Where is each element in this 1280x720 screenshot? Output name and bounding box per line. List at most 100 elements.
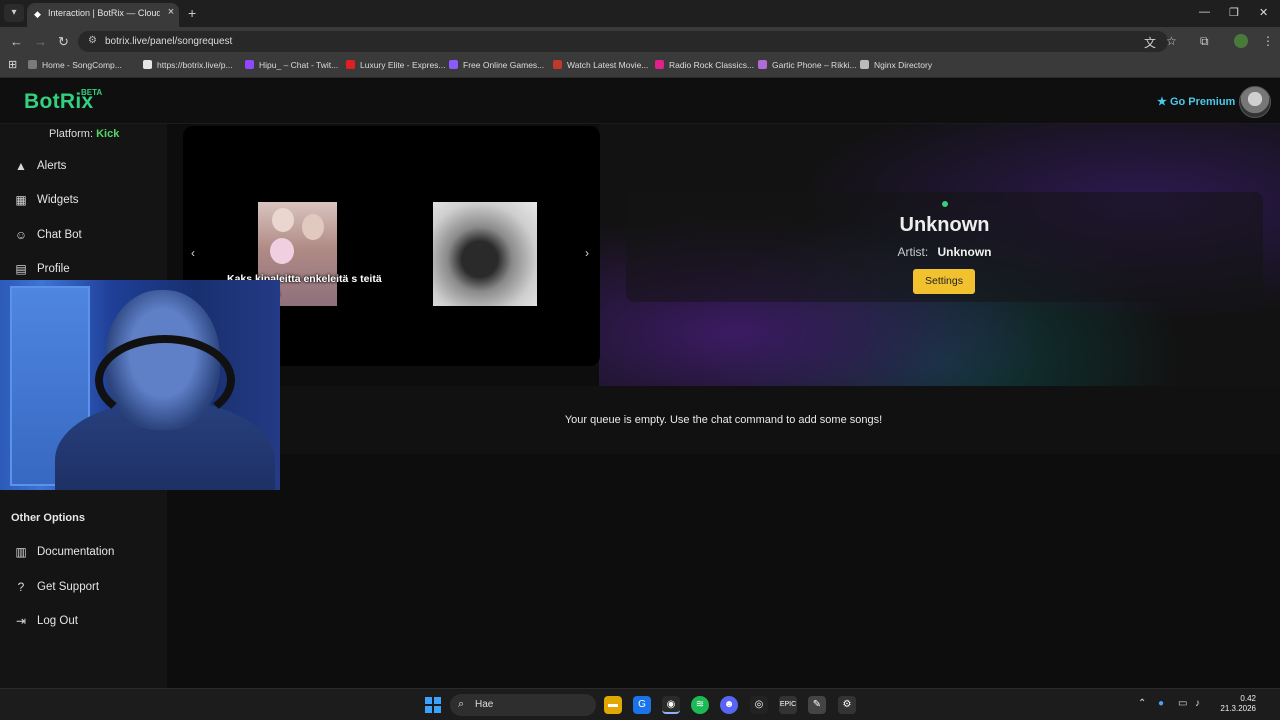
reload-icon[interactable]: ↻	[58, 34, 69, 50]
bookmark-item[interactable]: Gartic Phone – Rikki...	[758, 60, 857, 70]
restore-icon[interactable]: ❐	[1229, 6, 1239, 19]
microphone-icon[interactable]: ●	[1158, 698, 1164, 709]
headset-icon	[95, 335, 235, 425]
minimize-icon[interactable]: —	[1199, 6, 1210, 18]
tab-close-icon[interactable]: ×	[165, 6, 177, 18]
book-icon: ▥	[15, 545, 27, 559]
new-tab-icon[interactable]: +	[188, 5, 196, 21]
windows-start-icon[interactable]	[425, 697, 441, 713]
star-icon: ★	[1157, 96, 1167, 108]
sidebar-item-label: Chat Bot	[37, 229, 82, 241]
beta-badge: BETA	[81, 88, 103, 97]
profile-avatar-icon[interactable]	[1234, 34, 1248, 48]
volume-icon[interactable]: ♪	[1195, 698, 1200, 709]
clock-time: 0.42	[1240, 694, 1256, 703]
now-playing-card: Unknown Artist: Unknown Settings	[626, 192, 1263, 302]
bookmark-label: Radio Rock Classics...	[669, 60, 755, 70]
site-info-icon[interactable]: ⚙	[88, 35, 97, 46]
bookmark-favicon-icon	[553, 60, 562, 69]
sidebar-item-label: Alerts	[37, 160, 67, 172]
bookmarks-bar: ⊞ Home - SongComp... https://botrix.live/…	[0, 56, 1280, 78]
browser-tab[interactable]: ◆ Interaction | BotRix — Cloud St ×	[27, 3, 179, 27]
bookmark-favicon-icon	[449, 60, 458, 69]
settings-button[interactable]: Settings	[913, 269, 975, 294]
sidebar-item-documentation[interactable]: ▥ Documentation	[0, 537, 167, 567]
bookmark-item[interactable]: Hipu_ – Chat - Twit...	[245, 60, 338, 70]
bookmark-label: Nginx Directory	[874, 60, 933, 70]
extensions-icon[interactable]: ⧉	[1200, 34, 1209, 49]
network-icon[interactable]: ▭	[1178, 698, 1187, 709]
tab-search-dropdown-icon[interactable]: ▾	[4, 4, 24, 22]
carousel-prev-icon[interactable]: ‹	[191, 246, 195, 260]
sidebar-item-chat-bot[interactable]: ☺ Chat Bot	[0, 220, 167, 250]
app-header: BotRix BETA ★ Go Premium	[0, 78, 1280, 124]
bookmark-label: Hipu_ – Chat - Twit...	[259, 60, 339, 70]
bookmark-item[interactable]: Free Online Games...	[449, 60, 544, 70]
sidebar-item-log-out[interactable]: ⇥ Log Out	[0, 606, 167, 636]
go-premium-label: Go Premium	[1169, 96, 1236, 108]
back-icon[interactable]: ←	[10, 34, 23, 49]
taskbar-search[interactable]: ⌕ Hae	[450, 694, 596, 716]
app-pencil-icon[interactable]: ✎	[808, 696, 826, 714]
sidebar-item-label: Documentation	[37, 546, 115, 558]
bookmark-favicon-icon	[245, 60, 254, 69]
sidebar-item-alerts[interactable]: ▲ Alerts	[0, 151, 167, 181]
discord-icon[interactable]: ☻	[720, 696, 738, 714]
bookmark-favicon-icon	[655, 60, 664, 69]
question-icon: ?	[17, 580, 25, 594]
close-window-icon[interactable]: ✕	[1259, 6, 1268, 19]
windows-taskbar: ⌕ Hae ▬ G ◉ ≋ ☻ ◎ EPIC ✎ ⚙ ⌃ ● ▭ ♪ 0.42 …	[0, 688, 1280, 720]
url-text: botrix.live/panel/songrequest	[105, 36, 233, 47]
browser-tab-strip: ▾ ◆ Interaction | BotRix — Cloud St × + …	[0, 0, 1280, 27]
taskbar-clock[interactable]: 0.42 21.3.2026	[1216, 694, 1256, 714]
sidebar-item-widgets[interactable]: ▦ Widgets	[0, 185, 167, 215]
tab-favicon-icon: ◆	[34, 9, 41, 19]
other-options-heading: Other Options	[11, 512, 85, 524]
song-thumbnail[interactable]	[433, 202, 537, 306]
bookmark-favicon-icon	[758, 60, 767, 69]
bookmark-label: https://botrix.live/p...	[157, 60, 233, 70]
forward-icon[interactable]: →	[34, 34, 47, 49]
carousel-next-icon[interactable]: ›	[585, 246, 589, 260]
bookmark-item[interactable]: Nginx Directory	[860, 60, 932, 70]
app-g-icon[interactable]: G	[633, 696, 651, 714]
epic-games-icon[interactable]: EPIC	[779, 696, 797, 714]
bookmark-label: Home - SongComp...	[42, 60, 122, 70]
user-avatar[interactable]	[1239, 86, 1271, 118]
address-bar[interactable]: ⚙ botrix.live/panel/songrequest	[78, 31, 1168, 52]
translate-icon[interactable]: 文	[1144, 34, 1156, 51]
bookmark-item[interactable]: https://botrix.live/p...	[143, 60, 233, 70]
obs-icon[interactable]: ◎	[750, 696, 768, 714]
webcam-overlay	[0, 280, 280, 490]
tab-title: Interaction | BotRix — Cloud St	[48, 8, 160, 18]
sidebar-item-get-support[interactable]: ? Get Support	[0, 572, 167, 602]
bookmark-label: Gartic Phone – Rikki...	[772, 60, 857, 70]
sidebar-item-label: Profile	[37, 263, 70, 275]
platform-label: Platform:	[49, 128, 94, 140]
chrome-icon[interactable]: ◉	[662, 696, 680, 714]
song-artist: Artist: Unknown	[626, 245, 1263, 259]
apps-grid-icon[interactable]: ⊞	[8, 58, 17, 71]
platform-value: Kick	[96, 128, 120, 140]
file-explorer-icon[interactable]: ▬	[604, 696, 622, 714]
tray-overflow-icon[interactable]: ⌃	[1138, 698, 1146, 709]
browser-toolbar: ← → ↻ ⚙ botrix.live/panel/songrequest 文 …	[0, 27, 1280, 56]
go-premium-link[interactable]: ★ Go Premium	[1157, 95, 1235, 108]
bookmark-item[interactable]: Home - SongComp...	[28, 60, 122, 70]
bookmark-item[interactable]: Luxury Elite - Expres...	[346, 60, 446, 70]
menu-kebab-icon[interactable]: ⋮	[1262, 34, 1274, 48]
bookmark-item[interactable]: Watch Latest Movie...	[553, 60, 648, 70]
app-settings-icon[interactable]: ⚙	[838, 696, 856, 714]
artist-value: Unknown	[937, 245, 992, 259]
status-dot	[942, 201, 948, 207]
bookmark-item[interactable]: Radio Rock Classics...	[655, 60, 754, 70]
main-content: ‹ Kaks kipaleitta enkeleitä s teitä ette…	[167, 124, 1280, 688]
song-queue: Your queue is empty. Use the chat comman…	[167, 386, 1280, 454]
bookmark-star-icon[interactable]: ☆	[1166, 34, 1177, 48]
logout-icon: ⇥	[15, 614, 27, 628]
bookmark-favicon-icon	[143, 60, 152, 69]
id-card-icon: ▤	[15, 262, 27, 276]
taskbar-search-label: Hae	[475, 699, 494, 710]
bookmark-favicon-icon	[860, 60, 869, 69]
spotify-icon[interactable]: ≋	[691, 696, 709, 714]
